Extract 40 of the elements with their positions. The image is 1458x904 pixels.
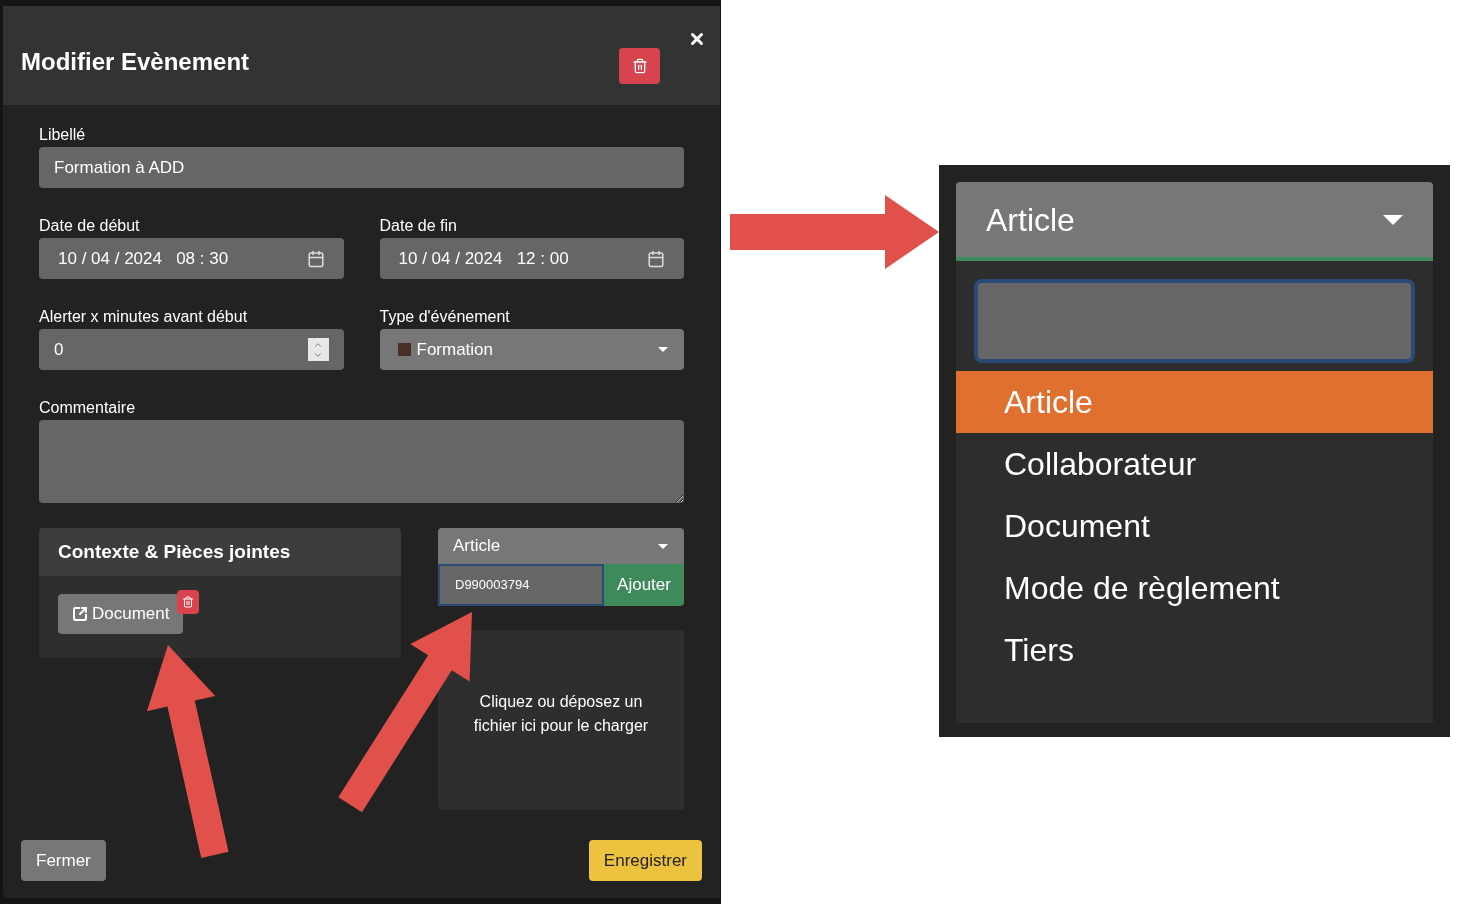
file-dropzone[interactable]: Cliquez ou déposez un fichier ici pour le charger <box>438 630 684 810</box>
add-button[interactable]: Ajouter <box>604 564 684 606</box>
panel-title: Contexte & Pièces jointes <box>58 539 291 564</box>
close-dialog-button[interactable]: Fermer <box>21 840 106 881</box>
save-button[interactable]: Enregistrer <box>588 840 702 881</box>
dialog-title: Modifier Evènement <box>21 46 250 77</box>
spinner-icon[interactable] <box>307 338 329 361</box>
dropdown-option[interactable]: Document <box>956 495 1433 557</box>
delete-button[interactable] <box>619 47 660 84</box>
field-label: Alerter x minutes avant début <box>39 307 249 327</box>
search-field[interactable] <box>974 279 1415 363</box>
trash-icon <box>631 57 648 74</box>
reference-input[interactable]: D990003794 <box>438 564 604 606</box>
dropdown-option[interactable]: Article <box>956 371 1433 433</box>
type-select[interactable]: Article <box>956 182 1433 257</box>
field-label: Date de début <box>39 216 141 236</box>
field-label: Libellé <box>39 125 87 145</box>
dropdown-option[interactable]: Tiers <box>956 619 1433 681</box>
comment-field[interactable] <box>39 420 684 503</box>
number-field[interactable]: 0 <box>39 329 344 370</box>
event-type-select[interactable]: Formation <box>379 329 684 370</box>
dropdown-option[interactable]: Collaborateur <box>956 433 1433 495</box>
date-field[interactable]: 10 / 04 / 2024 12 : 00 <box>379 238 684 279</box>
close-button[interactable] <box>688 30 706 48</box>
trash-icon <box>182 596 195 608</box>
calendar-icon <box>306 249 325 268</box>
delete-attachment-button[interactable] <box>177 590 200 614</box>
field-label: Commentaire <box>39 398 137 418</box>
calendar-icon <box>647 249 665 268</box>
date-field[interactable]: 10 / 04 / 2024 08 : 30 <box>39 238 344 279</box>
caret-icon <box>1383 214 1403 225</box>
field-label: Type d'événement <box>379 307 511 327</box>
external-link-icon <box>72 606 88 622</box>
field-label: Date de fin <box>379 216 458 236</box>
text-field[interactable]: Formation à ADD <box>39 147 684 188</box>
link-type-select[interactable]: Article <box>438 528 684 564</box>
caret-icon <box>658 543 668 549</box>
caret-icon <box>658 347 668 352</box>
dropdown-option[interactable]: Mode de règlement <box>956 557 1433 619</box>
document-button[interactable]: Document <box>58 594 184 634</box>
